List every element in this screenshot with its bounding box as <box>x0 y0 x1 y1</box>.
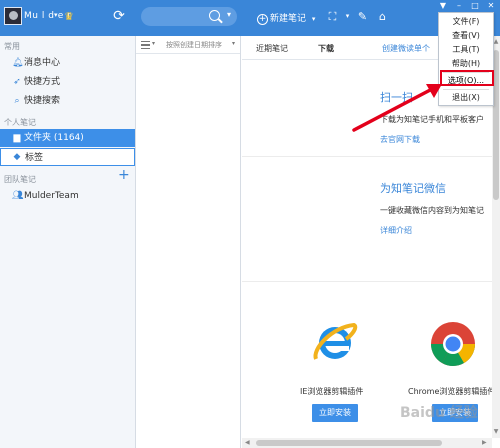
tab-recent-notes[interactable]: 近期笔记 <box>256 43 288 54</box>
top-toolbar: Mu l d e r ▾ ♛ ⟳ ▾ + 新建笔记 ▾ ⛶ ▾ ✎ ⌂ ▼ – □… <box>0 0 500 36</box>
new-note-button[interactable]: + 新建笔记 ▾ <box>257 11 315 25</box>
sidebar-item-label: 快捷方式 <box>24 77 61 87</box>
sidebar-item-label: MulderTeam <box>24 191 79 201</box>
annotation-arrow <box>352 84 442 132</box>
search-icon[interactable] <box>209 10 220 21</box>
sort-bar[interactable]: ▾ 按照创建日期排序 ▾ <box>136 36 240 54</box>
scroll-left-icon[interactable]: ◀ <box>245 438 250 448</box>
folder-icon: ▆ <box>13 133 21 143</box>
note-list: ▾ 按照创建日期排序 ▾ <box>136 36 241 448</box>
new-note-label: 新建笔记 <box>270 14 307 24</box>
sidebar-item-tags[interactable]: ◆ 标签 <box>0 148 135 166</box>
ie-install-button[interactable]: 立即安装 <box>312 404 358 422</box>
sort-label[interactable]: 按照创建日期排序 <box>166 40 222 50</box>
menu-item-file[interactable]: 文件(F) <box>439 15 493 29</box>
menu-item-tools[interactable]: 工具(T) <box>439 43 493 57</box>
horizontal-scroll-thumb[interactable] <box>256 440 442 446</box>
sync-icon[interactable]: ⟳ <box>111 8 127 24</box>
skin-icon[interactable]: ▼ <box>436 0 450 12</box>
tab-download[interactable]: 下载 <box>318 43 334 54</box>
team-icon: 👥︎ <box>12 191 24 201</box>
sidebar: 常用 🔔︎ 消息中心 ➶ 快捷方式 ⌕ 快捷搜索 个人笔记 ▆ 文件夹 (116… <box>0 36 136 448</box>
tab-create-weidu[interactable]: 创建微读单个 <box>382 43 430 54</box>
sidebar-item-messages[interactable]: 🔔︎ 消息中心 <box>0 54 135 72</box>
add-team-icon[interactable]: + <box>118 168 130 182</box>
section-divider <box>242 281 492 282</box>
fullscreen-icon[interactable]: ⛶ <box>326 10 339 23</box>
wechat-details-link[interactable]: 详细介绍 <box>380 225 412 236</box>
minimize-icon[interactable]: – <box>452 0 466 12</box>
edit-icon[interactable]: ✎ <box>356 10 369 23</box>
vip-crown-icon: ♛ <box>64 10 74 23</box>
search-icon: ⌕ <box>14 96 20 106</box>
horizontal-scrollbar[interactable]: ◀ ▶ <box>242 438 492 448</box>
sidebar-item-label: 消息中心 <box>24 58 61 68</box>
wechat-heading: 为知笔记微信 <box>380 182 446 195</box>
chrome-plugin-label: Chrome浏览器剪辑插件 <box>408 387 492 396</box>
sidebar-item-folders[interactable]: ▆ 文件夹 (1164) <box>0 129 135 147</box>
sort-caret-icon[interactable]: ▾ <box>232 40 235 47</box>
avatar[interactable] <box>4 7 22 25</box>
new-note-caret-icon[interactable]: ▾ <box>312 15 316 23</box>
user-menu-caret-icon[interactable]: ▾ <box>54 11 58 19</box>
menu-item-help[interactable]: 帮助(H) <box>439 57 493 71</box>
layout-caret-icon[interactable]: ▾ <box>341 10 354 23</box>
home-icon[interactable]: ⌂ <box>376 10 389 23</box>
close-icon[interactable]: ✕ <box>484 0 498 12</box>
scroll-right-icon[interactable]: ▶ <box>482 438 487 448</box>
sidebar-item-team[interactable]: 👥︎ MulderTeam <box>0 187 135 205</box>
sidebar-item-shortcuts[interactable]: ➶ 快捷方式 <box>0 73 135 91</box>
section-common-title: 常用 <box>4 42 20 51</box>
sidebar-item-quick-search[interactable]: ⌕ 快捷搜索 <box>0 92 135 110</box>
maximize-icon[interactable]: □ <box>468 0 482 12</box>
sidebar-item-label: 快捷搜索 <box>24 96 61 106</box>
view-mode-caret-icon[interactable]: ▾ <box>152 40 155 47</box>
section-divider <box>242 156 492 157</box>
section-team-title: 团队笔记 <box>4 175 36 184</box>
tag-icon: ◆ <box>13 152 21 162</box>
search-options-caret-icon[interactable]: ▾ <box>227 10 231 19</box>
bell-icon: 🔔︎ <box>12 58 24 68</box>
scroll-down-icon[interactable]: ▼ <box>492 428 500 435</box>
sidebar-item-label: 标签 <box>25 153 44 163</box>
list-view-icon[interactable] <box>141 41 150 49</box>
search-input[interactable]: ▾ <box>141 7 237 26</box>
watermark: Baidu 经验 <box>400 405 478 421</box>
ie-browser-icon <box>313 322 358 360</box>
ie-plugin-label: IE浏览器剪辑插件 <box>300 387 364 396</box>
rocket-icon: ➶ <box>13 77 21 87</box>
sidebar-item-label: 文件夹 (1164) <box>24 133 84 143</box>
section-personal-title: 个人笔记 <box>4 118 36 127</box>
menu-item-view[interactable]: 查看(V) <box>439 29 493 43</box>
wechat-description: 一键收藏微信内容到为知笔记 <box>380 206 484 215</box>
chrome-browser-icon <box>431 322 475 366</box>
new-note-plus-icon: + <box>257 14 268 25</box>
